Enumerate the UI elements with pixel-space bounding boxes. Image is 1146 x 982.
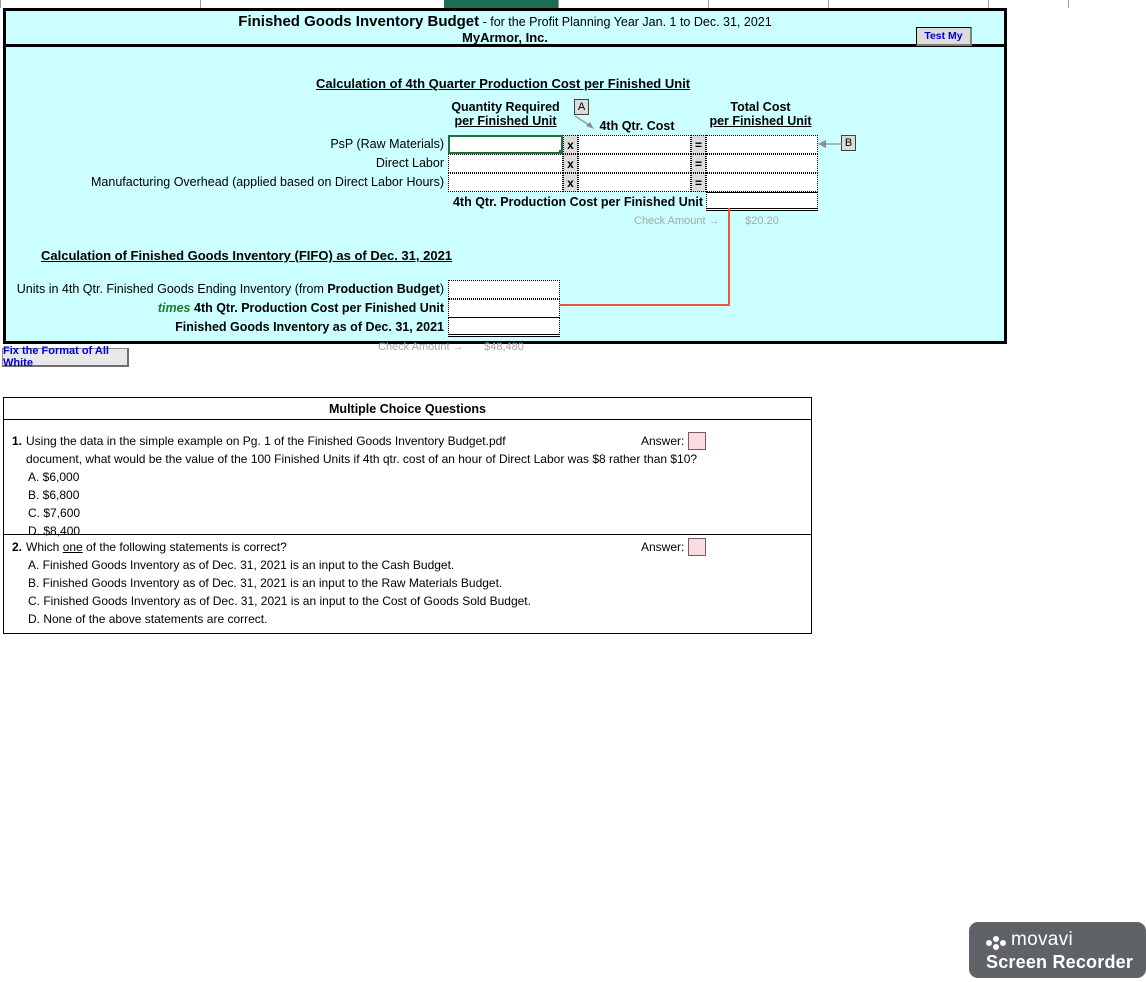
page-title-suffix: - for the Profit Planning Year Jan. 1 to… <box>479 15 772 29</box>
column-header-quantity-line2: per Finished Unit <box>454 114 557 128</box>
question-2-text-post: of the following statements is correct? <box>82 540 287 554</box>
question-number-2: 2. <box>12 540 23 554</box>
column-header-quantity-line1: Quantity Required <box>451 100 560 114</box>
output-4th-qtr-production-cost[interactable] <box>706 192 818 211</box>
input-qty-psp[interactable] <box>448 135 563 154</box>
question-1-option-c: C. $7,600 <box>28 506 81 520</box>
row-label-times-production-cost: times 4th Qtr. Production Cost per Finis… <box>16 299 444 318</box>
sheet-tab[interactable] <box>200 0 446 8</box>
column-header-total-line2: per Finished Unit <box>709 114 812 128</box>
operator-equals-row3: = <box>691 173 706 192</box>
input-qty-direct-labor[interactable] <box>448 154 563 173</box>
sheet-tab[interactable] <box>988 0 1070 8</box>
finished-goods-inventory-budget-panel: Finished Goods Inventory Budget - for th… <box>3 8 1007 353</box>
question-2-text-pre: Which <box>26 540 63 554</box>
input-units-ending-inventory[interactable] <box>448 280 560 299</box>
input-production-cost-per-unit[interactable] <box>448 299 560 318</box>
fifo-label-bold: Production Budget <box>327 282 440 296</box>
fix-format-all-white-button[interactable]: Fix the Format of All White <box>2 345 129 369</box>
trace-line-horizontal <box>554 304 730 306</box>
mcq-panel-title: Multiple Choice Questions <box>4 398 811 420</box>
operator-equals-row1: = <box>691 135 706 154</box>
fifo-label-tail: ) <box>439 282 444 296</box>
row-label-manufacturing-overhead: Manufacturing Overhead (applied based on… <box>91 175 444 189</box>
operator-times-row2: x <box>563 154 578 173</box>
sheet-tab-strip[interactable] <box>0 0 1146 8</box>
marker-a-arrow-icon <box>574 115 594 129</box>
input-total-psp[interactable] <box>706 135 818 154</box>
movavi-logo-icon <box>986 936 1006 950</box>
operator-times-row1: x <box>563 135 578 154</box>
question-text-1-line1: Using the data in the simple example on … <box>26 434 506 448</box>
section-title-production-cost: Calculation of 4th Quarter Production Co… <box>316 76 691 91</box>
operator-equals-row2: = <box>691 154 706 173</box>
output-finished-goods-inventory[interactable] <box>448 318 560 337</box>
test-my-button[interactable]: Test My <box>916 27 972 46</box>
column-header-total-cost: Total Cost per Finished Unit <box>703 100 818 128</box>
marker-b-arrow-icon <box>818 140 842 148</box>
trace-line-vertical <box>728 208 730 306</box>
column-header-total-line1: Total Cost <box>730 100 791 114</box>
question-2-text-underlined: one <box>62 540 83 554</box>
input-total-overhead[interactable] <box>706 173 818 192</box>
question-2-option-d: D. None of the above statements are corr… <box>28 612 268 626</box>
question-1-option-b: B. $6,800 <box>28 488 80 502</box>
movavi-wordmark: movavi <box>1011 929 1073 950</box>
answer-input-2[interactable] <box>688 538 706 556</box>
section-title-fifo: Calculation of Finished Goods Inventory … <box>41 248 453 263</box>
fifo-times-word: times <box>157 301 191 315</box>
budget-header: Finished Goods Inventory Budget - for th… <box>6 11 1004 47</box>
question-text-2: Which one of the following statements is… <box>26 540 287 554</box>
input-cost-overhead[interactable] <box>578 173 691 192</box>
sheet-tab[interactable] <box>1068 0 1146 8</box>
fifo-label-plain: Units in 4th Qtr. Finished Goods Ending … <box>16 282 328 296</box>
label-4th-qtr-production-cost: 4th Qtr. Production Cost per Finished Un… <box>452 195 703 209</box>
row-label-finished-goods-inventory: Finished Goods Inventory as of Dec. 31, … <box>175 320 444 334</box>
row-label-psp-raw-materials: PsP (Raw Materials) <box>330 137 444 151</box>
fifo-label-bold-2: 4th Qtr. Production Cost per Finished Un… <box>190 301 444 315</box>
row-label-units-ending-inventory: Units in 4th Qtr. Finished Goods Ending … <box>16 280 444 299</box>
question-number-1: 1. <box>12 434 23 448</box>
movavi-watermark: movavi Screen Recorder <box>969 922 1146 978</box>
sheet-tab[interactable] <box>558 0 710 8</box>
sheet-tab[interactable] <box>828 0 990 8</box>
movavi-product-name: Screen Recorder <box>986 952 1134 972</box>
answer-label-2: Answer: <box>641 540 685 554</box>
sheet-tab-active[interactable] <box>444 0 558 8</box>
question-1-option-a: A. $6,000 <box>28 470 80 484</box>
budget-header-line1: Finished Goods Inventory Budget - for th… <box>6 14 1004 30</box>
sheet-tab[interactable] <box>708 0 830 8</box>
input-qty-overhead[interactable] <box>448 173 563 192</box>
row-label-direct-labor: Direct Labor <box>375 156 444 170</box>
question-text-1-line2: document, what would be the value of the… <box>26 452 698 466</box>
marker-a: A <box>574 99 589 115</box>
question-block-2: 2. Which one of the following statements… <box>4 535 811 634</box>
input-total-direct-labor[interactable] <box>706 154 818 173</box>
answer-input-1[interactable] <box>688 432 706 450</box>
input-cost-psp[interactable] <box>578 135 691 154</box>
sheet-tab[interactable] <box>0 0 202 8</box>
input-cost-direct-labor[interactable] <box>578 154 691 173</box>
operator-times-row3: x <box>563 173 578 192</box>
question-2-option-a: A. Finished Goods Inventory as of Dec. 3… <box>28 558 455 572</box>
company-name: MyArmor, Inc. <box>462 30 548 45</box>
question-block-1: 1. Using the data in the simple example … <box>4 420 811 538</box>
answer-label-1: Answer: <box>641 434 685 448</box>
page-title: Finished Goods Inventory Budget <box>238 13 480 30</box>
multiple-choice-questions-panel: Multiple Choice Questions 1. Using the d… <box>3 397 812 634</box>
question-2-option-c: C. Finished Goods Inventory as of Dec. 3… <box>28 594 531 608</box>
check-amount-value-2: $48,480 <box>484 341 524 353</box>
check-amount-value-1: $20.20 <box>745 215 779 227</box>
column-header-quantity-required: Quantity Required per Finished Unit <box>448 100 563 128</box>
question-2-option-b: B. Finished Goods Inventory as of Dec. 3… <box>28 576 503 590</box>
